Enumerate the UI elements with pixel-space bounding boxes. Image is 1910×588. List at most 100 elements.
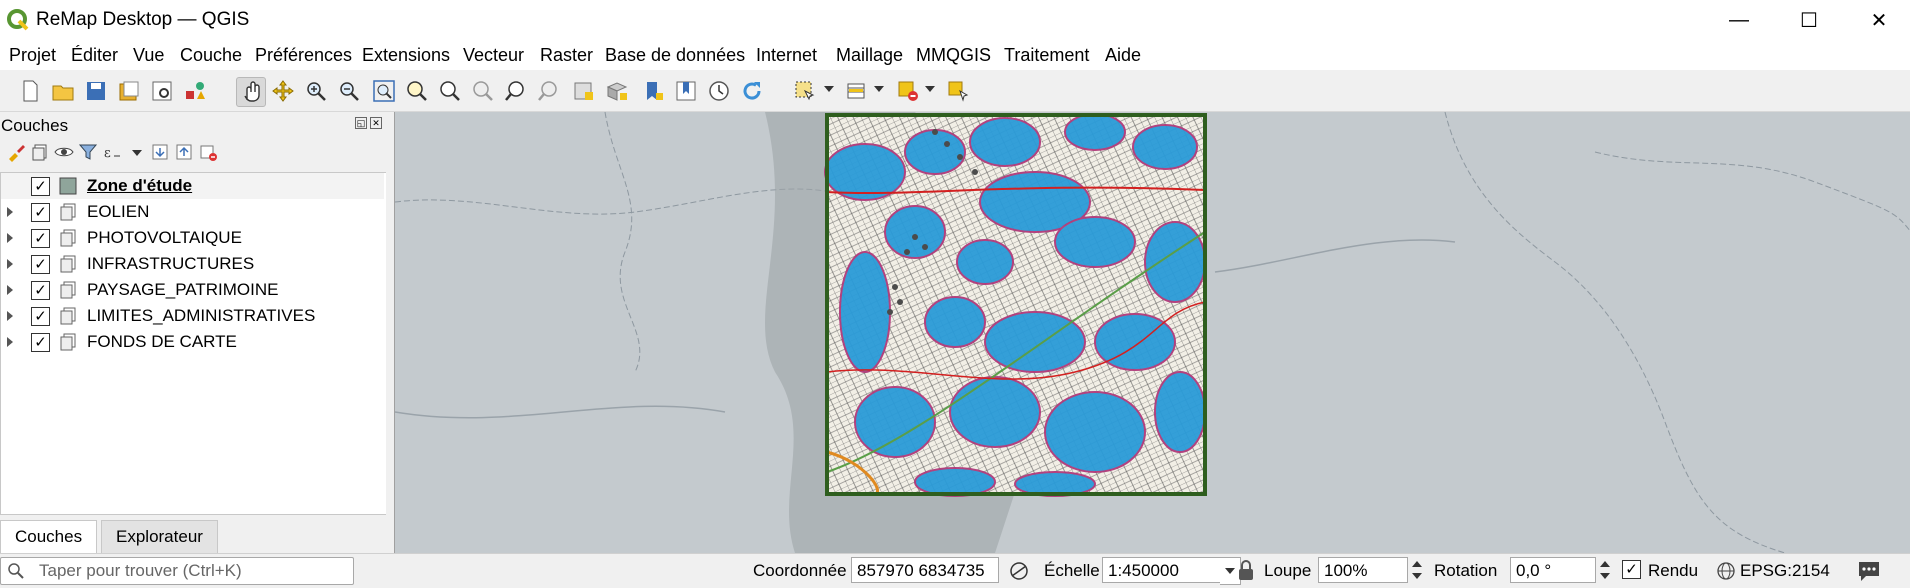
new-map-view-icon[interactable] (570, 77, 598, 105)
new-project-icon[interactable] (16, 77, 44, 105)
layer-visibility-checkbox[interactable]: ✓ (31, 281, 50, 300)
zoom-in-icon[interactable] (302, 77, 330, 105)
coordinate-toggle-icon[interactable] (1008, 560, 1030, 582)
globe-icon[interactable] (1716, 561, 1736, 581)
close-panel-icon[interactable]: ✕ (370, 117, 382, 129)
deselect-dropdown-icon[interactable] (925, 86, 935, 92)
menu-internet[interactable]: Internet (756, 45, 817, 66)
panel-tabs: Couches Explorateur (0, 520, 386, 554)
menu-aide[interactable]: Aide (1105, 45, 1141, 66)
filter-expression-icon[interactable]: ε (102, 142, 122, 162)
minimize-button[interactable]: — (1708, 0, 1770, 40)
layer-styling-icon[interactable] (6, 142, 26, 162)
menu-base-de-donnees[interactable]: Base de données (605, 45, 745, 66)
lock-icon[interactable] (1236, 559, 1256, 583)
collapse-all-icon[interactable] (174, 142, 194, 162)
filter-dropdown-icon[interactable] (132, 150, 142, 156)
refresh-icon[interactable] (738, 77, 766, 105)
close-button[interactable]: ✕ (1848, 0, 1910, 40)
crs-label[interactable]: EPSG:2154 (1740, 561, 1830, 581)
new-bookmark-icon[interactable] (639, 77, 667, 105)
tab-explorateur[interactable]: Explorateur (101, 520, 218, 554)
zoom-last-icon[interactable] (502, 77, 530, 105)
menu-projet[interactable]: Projet (9, 45, 56, 66)
pan-map-icon[interactable] (236, 77, 266, 107)
manage-visibility-icon[interactable] (54, 142, 74, 162)
style-manager-icon[interactable] (181, 77, 209, 105)
save-as-icon[interactable] (115, 77, 143, 105)
zoom-to-selection-icon[interactable] (403, 77, 431, 105)
search-icon (8, 563, 24, 579)
group-icon (60, 333, 76, 351)
layer-visibility-checkbox[interactable]: ✓ (31, 229, 50, 248)
layer-row-paysage-patrimoine[interactable]: ✓ PAYSAGE_PATRIMOINE (1, 277, 384, 303)
float-panel-icon[interactable]: ◱ (355, 117, 367, 129)
menu-vecteur[interactable]: Vecteur (463, 45, 524, 66)
expand-all-icon[interactable] (150, 142, 170, 162)
save-project-icon[interactable] (82, 77, 110, 105)
new-3d-view-icon[interactable] (603, 77, 631, 105)
expand-arrow-icon[interactable] (7, 337, 13, 347)
expand-arrow-icon[interactable] (7, 233, 13, 243)
menu-couche[interactable]: Couche (180, 45, 242, 66)
select-dropdown-icon[interactable] (824, 86, 834, 92)
show-bookmarks-icon[interactable] (672, 77, 700, 105)
main-toolbar (0, 71, 1910, 112)
render-checkbox[interactable]: ✓ (1622, 560, 1641, 579)
menu-mmqgis[interactable]: MMQGIS (916, 45, 991, 66)
maximize-button[interactable]: ☐ (1778, 0, 1840, 40)
print-layout-icon[interactable] (148, 77, 176, 105)
menu-preferences[interactable]: Préférences (255, 45, 352, 66)
menu-vue[interactable]: Vue (133, 45, 164, 66)
select-by-attribute-icon[interactable] (843, 77, 871, 105)
add-group-icon[interactable] (30, 142, 50, 162)
menu-maillage[interactable]: Maillage (836, 45, 903, 66)
panel-splitter[interactable] (386, 112, 394, 553)
scale-field[interactable]: 1:450000 (1102, 557, 1220, 583)
pan-to-selection-icon[interactable] (269, 77, 297, 105)
expand-arrow-icon[interactable] (7, 259, 13, 269)
zoom-out-icon[interactable] (335, 77, 363, 105)
open-project-icon[interactable] (49, 77, 77, 105)
layer-row-photovoltaique[interactable]: ✓ PHOTOVOLTAIQUE (1, 225, 384, 251)
layer-visibility-checkbox[interactable]: ✓ (31, 177, 50, 196)
select-by-location-icon[interactable] (944, 77, 972, 105)
zoom-next-icon[interactable] (535, 77, 563, 105)
map-canvas[interactable] (394, 112, 1910, 553)
tab-couches[interactable]: Couches (0, 520, 98, 554)
filter-legend-icon[interactable] (78, 142, 98, 162)
coordinate-field[interactable]: 857970 6834735 (851, 557, 999, 583)
layer-row-eolien[interactable]: ✓ EOLIEN (1, 199, 384, 225)
zoom-full-icon[interactable] (370, 77, 398, 105)
expand-arrow-icon[interactable] (7, 311, 13, 321)
zoom-native-icon[interactable] (469, 77, 497, 105)
messages-icon[interactable] (1856, 559, 1882, 583)
layer-row-limites-administratives[interactable]: ✓ LIMITES_ADMINISTRATIVES (1, 303, 384, 329)
layer-row-infrastructures[interactable]: ✓ INFRASTRUCTURES (1, 251, 384, 277)
rotation-spinner[interactable] (1596, 557, 1614, 583)
layer-row-zone-etude[interactable]: ✓ Zone d'étude (1, 173, 384, 199)
menu-traitement[interactable]: Traitement (1004, 45, 1089, 66)
layer-visibility-checkbox[interactable]: ✓ (31, 203, 50, 222)
expand-arrow-icon[interactable] (7, 285, 13, 295)
select-features-icon[interactable] (791, 77, 819, 105)
rotation-field[interactable]: 0,0 ° (1510, 557, 1596, 583)
expand-arrow-icon[interactable] (7, 207, 13, 217)
locator-search[interactable]: Taper pour trouver (Ctrl+K) (0, 557, 354, 585)
layer-visibility-checkbox[interactable]: ✓ (31, 333, 50, 352)
menu-bar: Projet Éditer Vue Couche Préférences Ext… (0, 40, 1910, 70)
menu-extensions[interactable]: Extensions (362, 45, 450, 66)
menu-editer[interactable]: Éditer (71, 45, 118, 66)
layer-visibility-checkbox[interactable]: ✓ (31, 307, 50, 326)
layer-visibility-checkbox[interactable]: ✓ (31, 255, 50, 274)
magnifier-field[interactable]: 100% (1318, 557, 1408, 583)
layer-row-fonds-de-carte[interactable]: ✓ FONDS DE CARTE (1, 329, 384, 355)
chevron-down-icon (1225, 568, 1235, 574)
magnifier-spinner[interactable] (1408, 557, 1426, 583)
deselect-all-icon[interactable] (894, 77, 922, 105)
remove-layer-icon[interactable] (198, 142, 218, 162)
zoom-to-layer-icon[interactable] (436, 77, 464, 105)
menu-raster[interactable]: Raster (540, 45, 593, 66)
attribute-dropdown-icon[interactable] (874, 86, 884, 92)
temporal-controller-icon[interactable] (705, 77, 733, 105)
